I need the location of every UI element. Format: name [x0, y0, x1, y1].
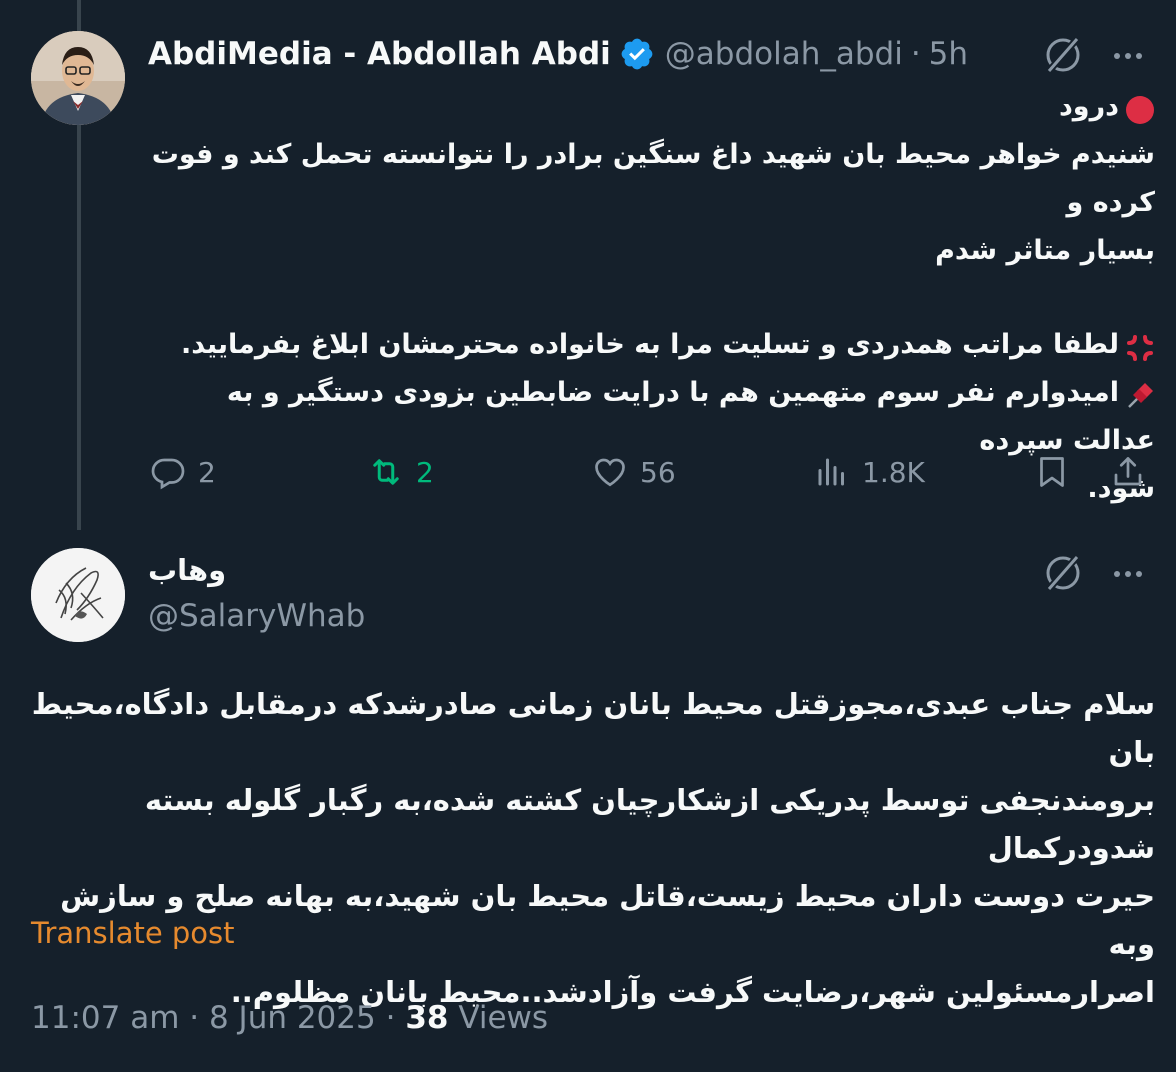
separator-dot: · — [910, 36, 921, 72]
heart-icon — [595, 458, 625, 487]
more-options-icon[interactable] — [1110, 556, 1146, 592]
red-circle-icon — [1125, 93, 1155, 124]
grok-icon[interactable] — [1043, 35, 1083, 75]
bookmark-icon — [1040, 457, 1064, 487]
bookmark-button[interactable] — [1034, 447, 1082, 497]
retweet-count: 2 — [416, 455, 434, 489]
share-button[interactable] — [1110, 447, 1158, 497]
tweet-line: سلام جناب عبدی،مجوزقتل محیط بانان زمانی … — [31, 687, 1155, 769]
tweet-line: درود — [150, 83, 1155, 131]
anger-icon — [1125, 331, 1155, 361]
reply-button[interactable]: 2 — [150, 447, 216, 497]
author-name[interactable]: وهاب — [148, 553, 226, 587]
avatar[interactable] — [31, 31, 125, 125]
reply-count: 2 — [198, 455, 216, 489]
separator-dot: · — [189, 1000, 200, 1036]
views-label: Views — [458, 1000, 549, 1036]
tweet-line: بسیار متاثر شدم — [935, 235, 1155, 266]
views-count: 38 — [405, 1000, 449, 1036]
tweet-line: لطفا مراتب همدردی و تسلیت مرا به خانواده… — [150, 321, 1155, 369]
avatar-photo — [31, 31, 125, 125]
tweet-metadata: 11:07 am · 8 Jun 2025 · 38 Views — [31, 1000, 548, 1036]
like-button[interactable]: 56 — [592, 447, 676, 497]
like-count: 56 — [640, 455, 676, 489]
pushpin-icon — [1125, 379, 1155, 409]
grok-icon[interactable] — [1043, 553, 1083, 593]
views-button[interactable]: 1.8K — [814, 447, 925, 497]
tweet-time[interactable]: 5h — [929, 36, 968, 72]
tweet-line: شنیدم خواهر محیط بان شهید داغ سنگین براد… — [151, 139, 1155, 218]
tweet-text: سلام جناب عبدی،مجوزقتل محیط بانان زمانی … — [30, 680, 1155, 1016]
tweet-timestamp[interactable]: 11:07 am — [31, 1000, 179, 1036]
translate-post-link[interactable]: Translate post — [31, 916, 235, 950]
reply-icon — [151, 458, 185, 490]
avatar-calligraphy — [31, 548, 125, 642]
tweet-actions: 2 2 56 1.8K — [150, 447, 1150, 497]
more-options-icon[interactable] — [1110, 38, 1146, 74]
author-handle[interactable]: @abdolah_abdi — [665, 36, 903, 72]
views-count: 1.8K — [862, 455, 925, 489]
avatar[interactable] — [31, 548, 125, 642]
tweet-header: AbdiMedia - Abdollah Abdi @abdolah_abdi … — [148, 30, 968, 78]
verified-badge-icon — [619, 36, 655, 72]
author-handle[interactable]: @SalaryWhab — [148, 598, 365, 634]
retweet-icon — [373, 459, 399, 485]
share-icon — [1114, 457, 1142, 486]
retweet-button[interactable]: 2 — [368, 447, 434, 497]
tweet-line: برومندنجفی توسط پدریکی ازشکارچیان کشته ش… — [144, 783, 1155, 865]
author-name[interactable]: AbdiMedia - Abdollah Abdi — [148, 36, 611, 72]
separator-dot: · — [385, 1000, 396, 1036]
tweet-date[interactable]: 8 Jun 2025 — [209, 1000, 376, 1036]
views-icon — [818, 458, 844, 486]
